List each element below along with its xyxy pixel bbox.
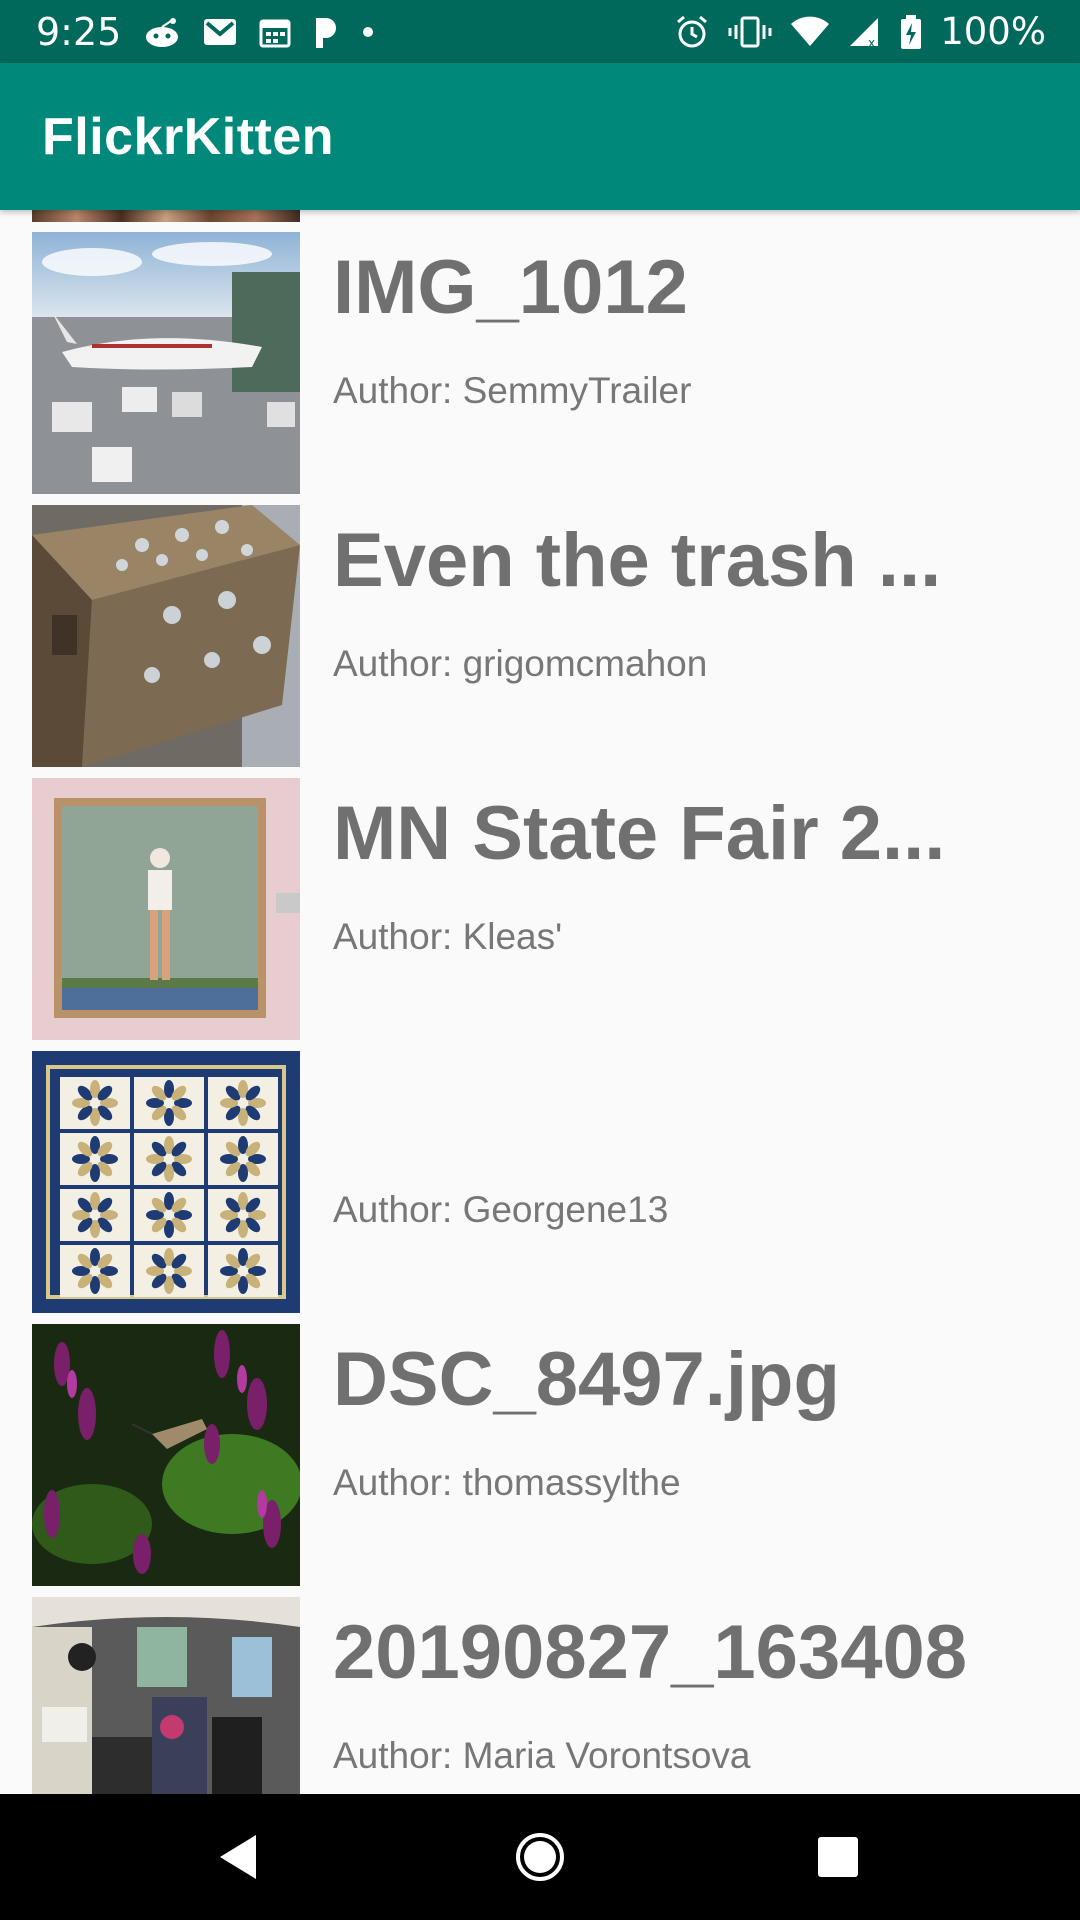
vibrate-icon (728, 15, 772, 49)
recents-icon[interactable] (800, 1794, 876, 1920)
thumbnail-image[interactable] (32, 1324, 300, 1586)
app-bar: FlickrKitten (0, 63, 1080, 210)
list-item[interactable]: IMG_1012 Author: SemmyTrailer (0, 232, 1080, 505)
back-icon[interactable] (200, 1794, 276, 1920)
status-left: 9:25 (36, 0, 375, 63)
list-item[interactable]: Author: Georgene13 (0, 1051, 1080, 1324)
calendar-icon (259, 16, 291, 48)
app-title: FlickrKitten (42, 108, 335, 166)
photo-list[interactable]: IMG_1012 Author: SemmyTrailer Even the t… (0, 210, 1080, 1794)
battery-icon (900, 14, 922, 50)
list-item[interactable]: 20190827_163408 Author: Maria Vorontsova (0, 1597, 1080, 1794)
list-item[interactable]: Even the trash ... Author: grigomcmahon (0, 505, 1080, 778)
item-author: Author: thomassylthe (333, 1462, 681, 1503)
thumbnail-image[interactable] (32, 232, 300, 494)
item-author: Author: Maria Vorontsova (333, 1735, 751, 1776)
item-title: IMG_1012 (333, 245, 688, 330)
signal-icon: x (848, 16, 882, 48)
item-author: Author: Georgene13 (333, 1189, 669, 1230)
status-right: x 100% (674, 0, 1046, 63)
dot-icon (361, 25, 375, 39)
item-title: DSC_8497.jpg (333, 1337, 840, 1422)
reddit-icon (143, 15, 181, 49)
navigation-bar (0, 1794, 1080, 1920)
thumbnail-image[interactable] (32, 1051, 300, 1313)
item-title: 20190827_163408 (333, 1610, 968, 1695)
list-item[interactable]: MN State Fair 2... Author: Kleas' (0, 778, 1080, 1051)
status-time: 9:25 (36, 9, 122, 54)
item-title: Even the trash ... (333, 518, 942, 603)
home-icon[interactable] (500, 1794, 580, 1920)
battery-percent: 100% (940, 10, 1046, 53)
item-title: MN State Fair 2... (333, 791, 946, 876)
list-item[interactable]: DSC_8497.jpg Author: thomassylthe (0, 1324, 1080, 1597)
pandora-icon (313, 15, 339, 49)
thumbnail-image[interactable] (32, 1597, 300, 1794)
partial-thumbnail[interactable] (32, 210, 300, 222)
alarm-icon (674, 14, 710, 50)
wifi-icon (790, 16, 830, 48)
svg-text:x: x (868, 36, 875, 48)
item-author: Author: grigomcmahon (333, 643, 708, 684)
thumbnail-image[interactable] (32, 778, 300, 1040)
gmail-icon (203, 18, 237, 46)
thumbnail-image[interactable] (32, 505, 300, 767)
status-bar: 9:25 x 100% (0, 0, 1080, 63)
item-author: Author: Kleas' (333, 916, 563, 957)
item-author: Author: SemmyTrailer (333, 370, 692, 411)
